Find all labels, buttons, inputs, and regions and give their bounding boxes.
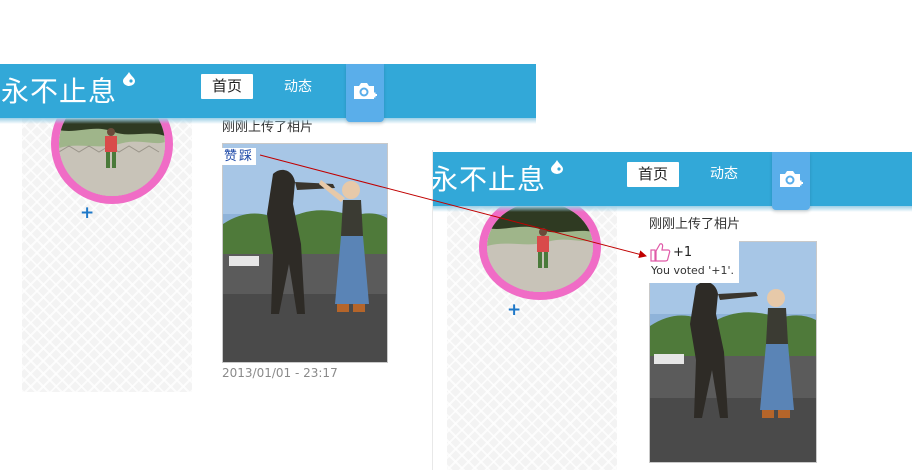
drop-icon: [123, 72, 135, 86]
upvote-link[interactable]: 赞: [224, 149, 237, 164]
screenshot-after: + 刚刚上传了相片 +1 You voted '+1'. 永不止息 首页 动态: [432, 150, 912, 470]
upload-photo-button[interactable]: [346, 64, 384, 122]
vote-result-popup: +1 You voted '+1'.: [649, 241, 739, 283]
thumbs-up-icon[interactable]: [650, 242, 671, 262]
post-status-text: 刚刚上传了相片: [649, 217, 741, 232]
nav-home[interactable]: 首页: [201, 74, 253, 99]
navbar-shadow: [433, 206, 912, 212]
post-photo[interactable]: [222, 143, 388, 363]
vote-links: 赞踩: [222, 148, 257, 165]
navbar-shadow: [0, 118, 536, 124]
site-logo[interactable]: 永不止息: [1, 78, 117, 106]
camera-plus-icon: [354, 83, 377, 99]
add-button[interactable]: +: [80, 205, 94, 222]
nav-home[interactable]: 首页: [627, 162, 679, 187]
drop-icon: [551, 160, 563, 174]
post-timestamp: 2013/01/01 - 23:17: [222, 366, 338, 380]
avatar-photo: [487, 202, 593, 292]
nav-activity[interactable]: 动态: [284, 77, 312, 97]
camera-plus-icon: [780, 171, 803, 187]
downvote-link[interactable]: 踩: [239, 149, 252, 164]
vote-message: You voted '+1'.: [651, 264, 735, 277]
site-logo[interactable]: 永不止息: [433, 166, 546, 194]
add-button[interactable]: +: [507, 302, 521, 319]
upload-photo-button[interactable]: [772, 152, 810, 210]
photo-image: [223, 144, 387, 362]
vote-count: +1: [673, 245, 693, 260]
nav-activity[interactable]: 动态: [710, 164, 738, 184]
